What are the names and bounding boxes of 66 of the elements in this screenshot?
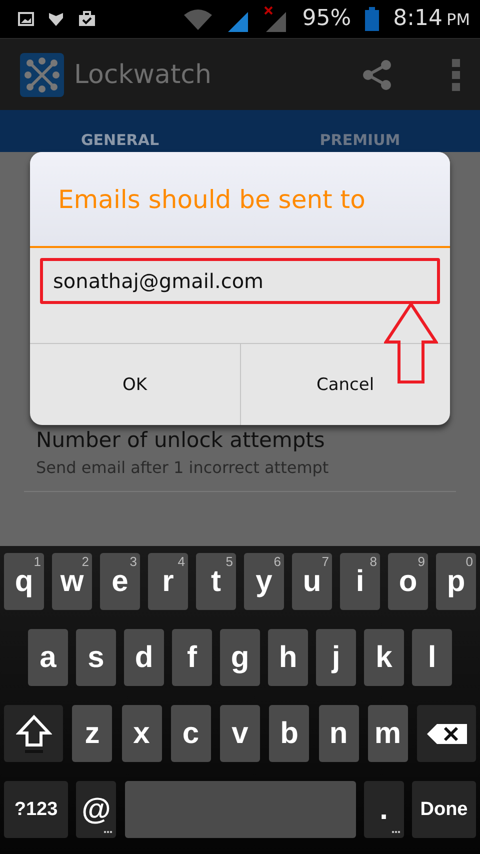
battery-percent: 95% [302,8,352,30]
keyboard-key[interactable]: b [269,705,310,762]
keyboard-key[interactable]: l [412,629,452,686]
keyboard-key[interactable]: v [220,705,260,762]
setting-summary: Send email after 1 incorrect attempt [36,458,330,477]
key-hint: 8 [370,554,377,569]
keyboard-key[interactable]: f [172,629,212,686]
keyboard-key[interactable]: h [268,629,308,686]
no-signal-icon [264,6,288,32]
dialog-button[interactable]: Cancel [240,344,450,425]
done-key[interactable]: Done [412,781,476,838]
keyboard-key[interactable]: k [364,629,404,686]
keyboard-key[interactable]: d [124,629,164,686]
keyboard-key[interactable]: t 5 [196,553,236,610]
keyboard-key[interactable]: j [316,629,356,686]
shift-icon [16,714,52,754]
clock-time: 8:14 [393,8,443,30]
key-hint: 3 [130,554,137,569]
key-hint: 4 [178,554,185,569]
keyboard-key[interactable]: a [28,629,68,686]
app-logo-icon [20,52,64,96]
keyboard-key[interactable]: i 8 [340,553,380,610]
keyboard-key[interactable]: e 3 [100,553,140,610]
at-key[interactable]: @ [76,781,116,838]
keyboard-key[interactable]: x [122,705,162,762]
key-hint: 0 [466,554,473,569]
key-hint: 2 [82,554,89,569]
dialog-title: Emails should be sent to [58,184,366,214]
email-field[interactable]: sonathaj@gmail.com [40,258,440,304]
key-hint: 1 [34,554,41,569]
symbols-key[interactable]: ?123 [4,781,68,838]
keyboard-key[interactable]: z [72,705,112,762]
briefcase-icon [78,11,96,27]
keyboard-key[interactable]: w 2 [52,553,92,610]
keyboard-key[interactable]: p 0 [436,553,476,610]
share-icon[interactable] [362,58,392,90]
keyboard-key[interactable]: r 4 [148,553,188,610]
up-arrow-icon [384,302,438,384]
tab[interactable]: GENERAL [0,131,240,152]
key-hint: 6 [274,554,281,569]
keyboard-key[interactable]: u 7 [292,553,332,610]
shield-icon [48,12,64,26]
image-icon [18,12,34,26]
key-hint: 5 [226,554,233,569]
battery-icon [365,7,380,31]
period-key[interactable]: . [364,781,404,838]
backspace-icon [426,724,466,744]
keyboard-key[interactable]: o 9 [388,553,428,610]
key-hint: 9 [418,554,425,569]
keyboard-key[interactable]: y 6 [244,553,284,610]
setting-title: Number of unlock attempts [36,428,326,452]
shift-key[interactable] [4,705,63,762]
app-title: Lockwatch [74,60,212,90]
keyboard-key[interactable]: q 1 [4,553,44,610]
keyboard-key[interactable]: g [220,629,260,686]
clock-ampm: PM [446,12,470,28]
more-icon [104,831,112,834]
key-hint: 7 [322,554,329,569]
wifi-icon [184,8,212,30]
keyboard-key[interactable]: m [368,705,408,762]
backspace-key[interactable] [417,705,476,762]
keyboard-key[interactable]: n [318,705,358,762]
more-icon [392,831,400,834]
keyboard-key[interactable]: c [170,705,211,762]
keyboard-key[interactable]: s [76,629,116,686]
overflow-menu-icon[interactable] [452,58,460,90]
